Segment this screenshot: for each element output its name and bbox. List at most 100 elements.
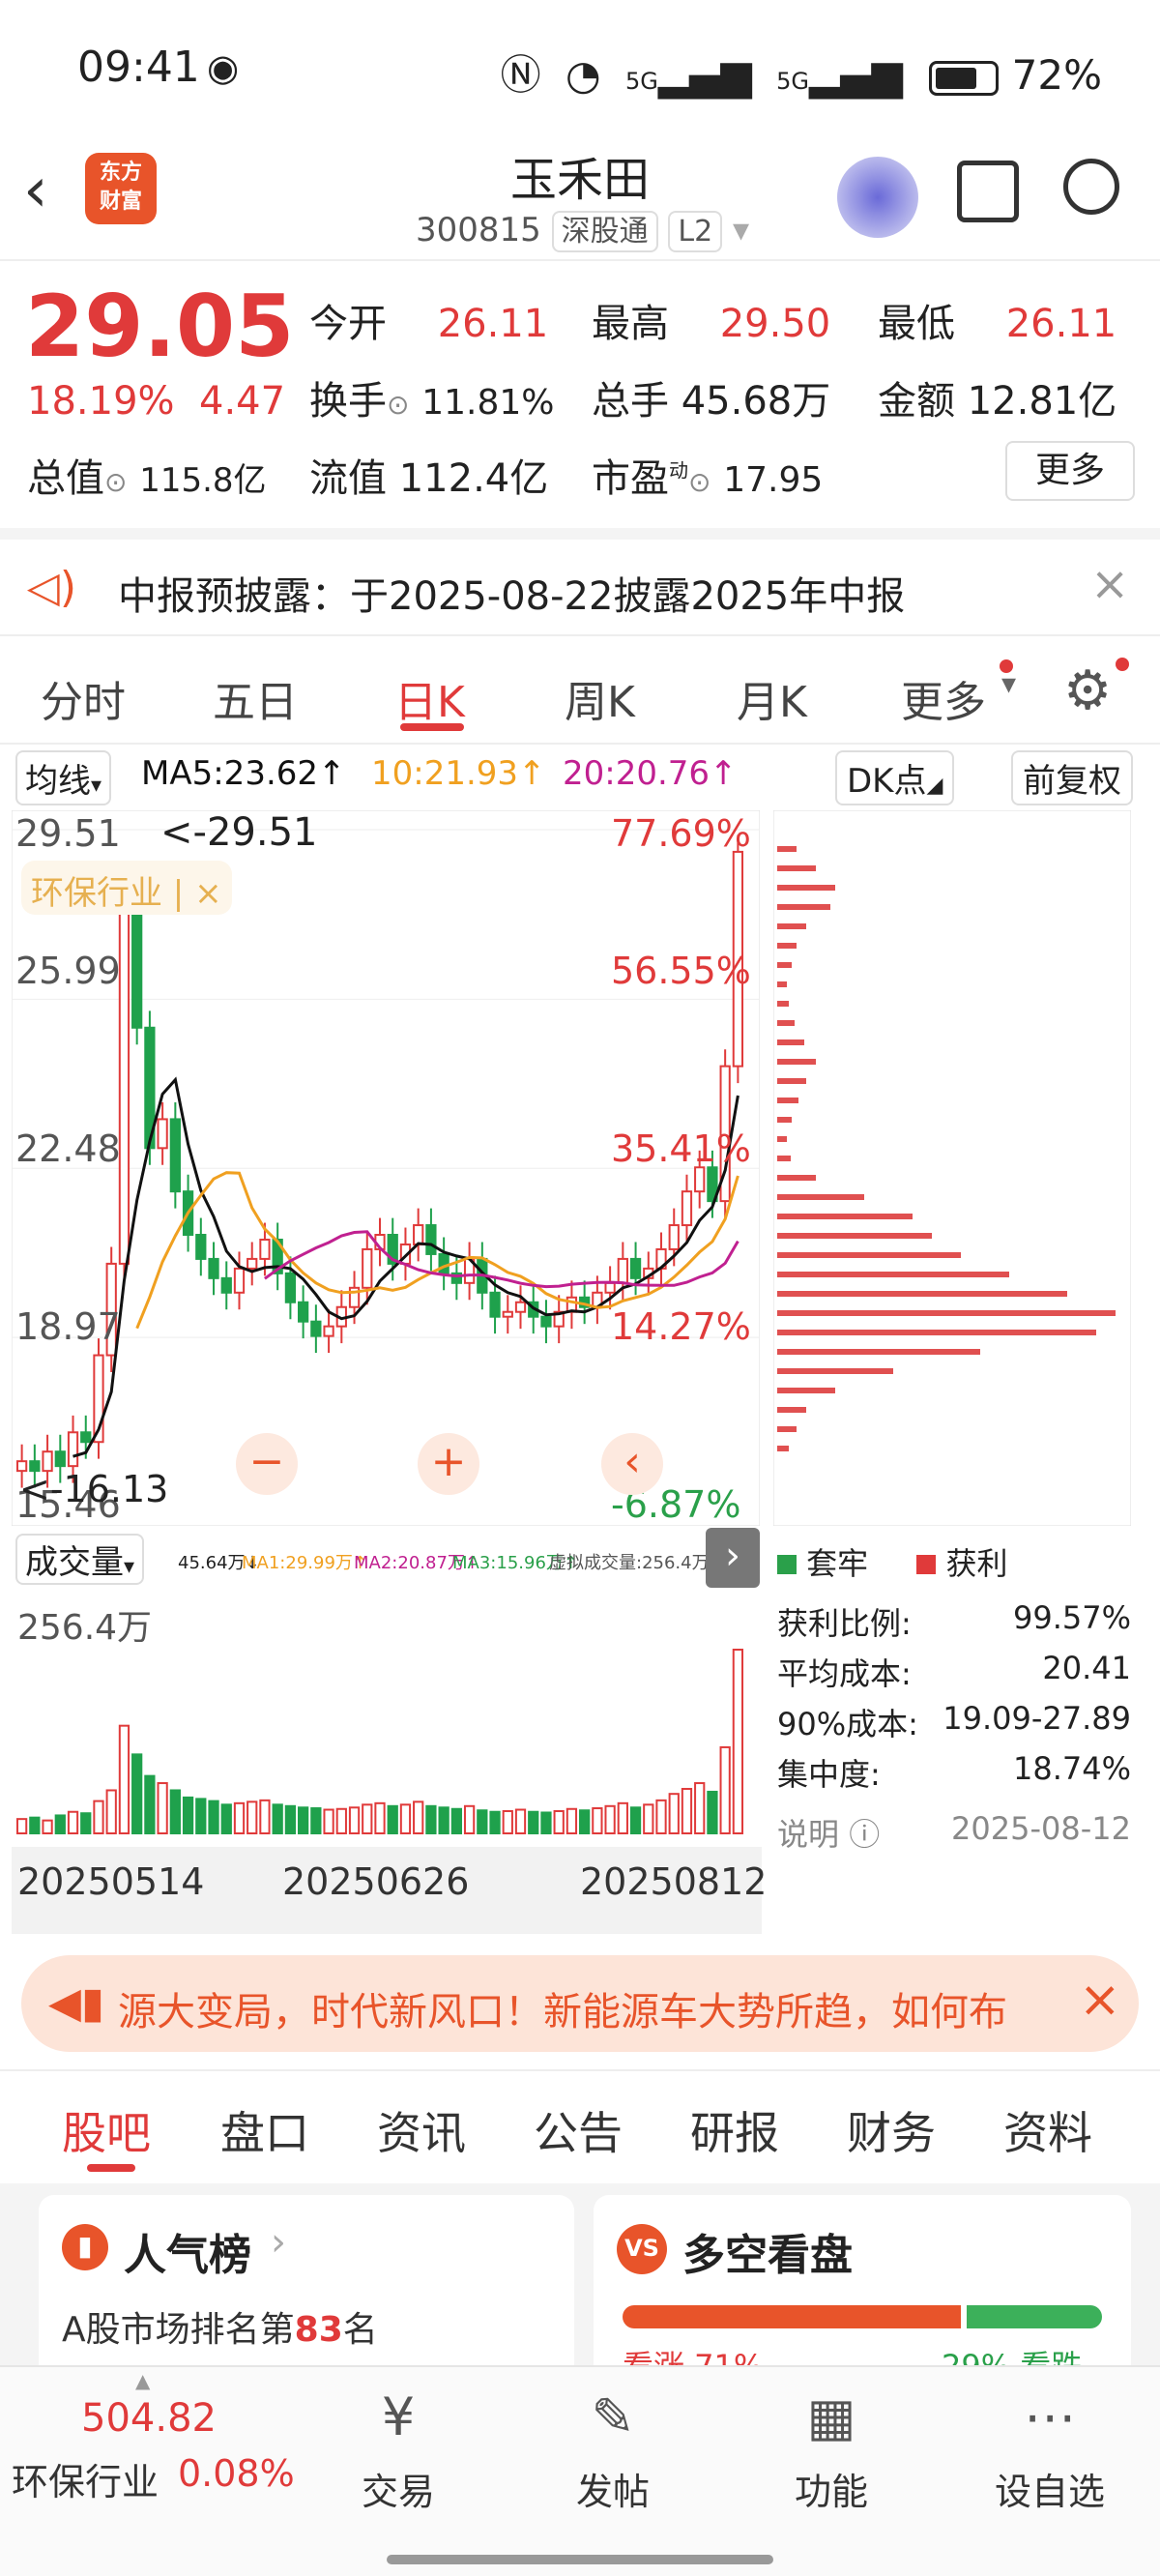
bear-bar [967, 2305, 1102, 2328]
banner-text: 源大变局，时代新风口！新能源车大势所趋，如何布 [118, 1990, 1007, 2034]
candle-body [629, 1257, 642, 1279]
subtab-news[interactable]: 资讯 [377, 2098, 466, 2162]
float-label: 流值 [309, 456, 387, 501]
info-icon[interactable]: ⊙ [104, 466, 127, 498]
chip-date: 2025-08-12 [951, 1810, 1131, 1847]
volume-bar [157, 1782, 168, 1834]
candle-body [438, 1252, 450, 1274]
popularity-card[interactable]: ▮ 人气榜 › A股市场排名第83名 [39, 2195, 574, 2388]
date-tick: 20250812 [580, 1860, 768, 1903]
last-price: 29.05 [25, 277, 295, 376]
subtab-finance[interactable]: 财务 [847, 2098, 936, 2162]
index-name[interactable]: 环保行业 [12, 2452, 159, 2505]
gear-icon[interactable]: ⚙ [1063, 659, 1112, 722]
candle-body [540, 1315, 552, 1328]
bottom-bar: ▲ 504.82 环保行业 0.08% ¥ 交易 ✎ 发帖 ▦ 功能 ⋯ 设自选 [0, 2365, 1160, 2576]
close-icon[interactable]: × [194, 874, 222, 913]
zoom-in-button[interactable]: + [418, 1433, 479, 1495]
subtab-announcements[interactable]: 公告 [534, 2098, 623, 2162]
volume-bar [489, 1810, 501, 1834]
zoom-out-button[interactable]: − [236, 1433, 298, 1495]
volume-bar [514, 1808, 527, 1834]
candle-body [362, 1247, 373, 1289]
home-indicator [387, 2555, 773, 2564]
vol-virtual: 虚拟成交量:256.4万 [549, 1553, 710, 1573]
price-tick: 29.51 [15, 812, 121, 855]
candle-body [169, 1118, 181, 1193]
mcap-label: 总值 [27, 456, 104, 501]
tab-fenshi[interactable]: 分时 [41, 667, 126, 729]
ma-select[interactable]: 均线▾ [15, 750, 112, 805]
volume-bar [617, 1801, 628, 1834]
candle-body [54, 1450, 66, 1468]
tab-wuri[interactable]: 五日 [213, 667, 298, 729]
volume-bar [284, 1804, 297, 1834]
subtab-profile[interactable]: 资料 [1003, 2098, 1092, 2162]
chip-row: 90%成本: 19.09-27.89 [777, 1700, 1131, 1742]
volume-bar [707, 1790, 718, 1834]
tag-l2: L2 [668, 211, 723, 252]
notice-text: 中报预披露：于2025-08-22披露2025年中报 [118, 574, 906, 619]
notice-bar[interactable]: ◁) 中报预披露：于2025-08-22披露2025年中报 × [0, 528, 1160, 636]
popularity-rank: A股市场排名第83名 [62, 2310, 378, 2350]
price-tick: 25.99 [15, 950, 121, 992]
red-dot-badge [1000, 659, 1013, 673]
candle-body [284, 1272, 297, 1303]
assistant-avatar-icon[interactable] [837, 157, 918, 238]
long-short-title: 多空看盘 [682, 2231, 853, 2280]
candle-body [157, 1118, 168, 1150]
candle-body [514, 1301, 527, 1313]
candle-body [310, 1320, 322, 1337]
tab-rik[interactable]: 日K [394, 667, 465, 729]
expand-arrow-button[interactable]: › [706, 1528, 760, 1588]
fq-select[interactable]: 前复权 [1011, 750, 1133, 805]
subtab-pankou[interactable]: 盘口 [220, 2098, 309, 2162]
search-icon[interactable] [1063, 159, 1119, 215]
share-icon[interactable] [957, 161, 1019, 222]
volume-select[interactable]: 成交量▾ [15, 1534, 145, 1585]
tab-yuek[interactable]: 月K [737, 667, 807, 729]
info-icon[interactable]: ⊙ [688, 466, 710, 498]
scroll-left-button[interactable]: ‹ [601, 1433, 663, 1495]
promo-banner[interactable]: ◀▮ 源大变局，时代新风口！新能源车大势所趋，如何布 × [21, 1955, 1139, 2052]
chip-row: 获利比例: 99.57% [777, 1599, 1131, 1642]
volume-bar [15, 1818, 28, 1834]
post-icon[interactable]: ✎ [574, 2386, 652, 2454]
close-icon[interactable]: × [1090, 557, 1129, 611]
candle-body [617, 1257, 628, 1284]
speaker-icon: ◁) [27, 563, 77, 612]
dk-select[interactable]: DK点◢ [835, 750, 955, 805]
functions-label[interactable]: 功能 [754, 2462, 909, 2515]
close-icon[interactable]: × [1079, 1971, 1121, 2029]
signal-bars-icon: ▂▄▆ [809, 51, 903, 99]
red-dot-badge [1116, 658, 1129, 671]
tab-more[interactable]: 更多 [901, 667, 986, 729]
candle-body [67, 1431, 79, 1468]
candle-body [220, 1276, 232, 1294]
trade-label[interactable]: 交易 [321, 2462, 476, 2515]
volume-label: 总手 [592, 379, 669, 424]
low-marker: <-16.13 [19, 1468, 169, 1510]
chip-row: 平均成本: 20.41 [777, 1650, 1131, 1692]
trade-icon[interactable]: ¥ [360, 2386, 437, 2454]
signal-bars-icon: ▂▄▆ [657, 51, 752, 99]
tab-zhouk[interactable]: 周K [565, 667, 635, 729]
long-short-card[interactable]: VS 多空看盘 看涨 71% 29% 看跌 [594, 2195, 1131, 2388]
watchlist-label[interactable]: 设自选 [972, 2462, 1127, 2515]
caret-down-icon[interactable]: ▾ [733, 211, 749, 249]
functions-icon[interactable]: ▦ [793, 2386, 870, 2454]
caret-up-icon[interactable]: ▲ [135, 2369, 150, 2392]
subtab-guba[interactable]: 股吧 [62, 2098, 151, 2162]
industry-chip[interactable]: 环保行业 | × [21, 861, 232, 915]
post-label[interactable]: 发帖 [536, 2462, 690, 2515]
candle-body [489, 1291, 501, 1318]
volume-bar [42, 1819, 53, 1834]
candle-body [323, 1325, 334, 1337]
info-icon[interactable]: ⓘ [849, 1816, 880, 1853]
info-icon[interactable]: ⊙ [387, 389, 409, 421]
more-dots-icon[interactable]: ⋯ [1011, 2386, 1088, 2454]
chip-note[interactable]: 说明 ⓘ [777, 1810, 880, 1855]
more-button[interactable]: 更多 [1005, 441, 1135, 501]
vol-ma1: MA1:29.99万↑ [242, 1553, 367, 1573]
subtab-research[interactable]: 研报 [690, 2098, 779, 2162]
